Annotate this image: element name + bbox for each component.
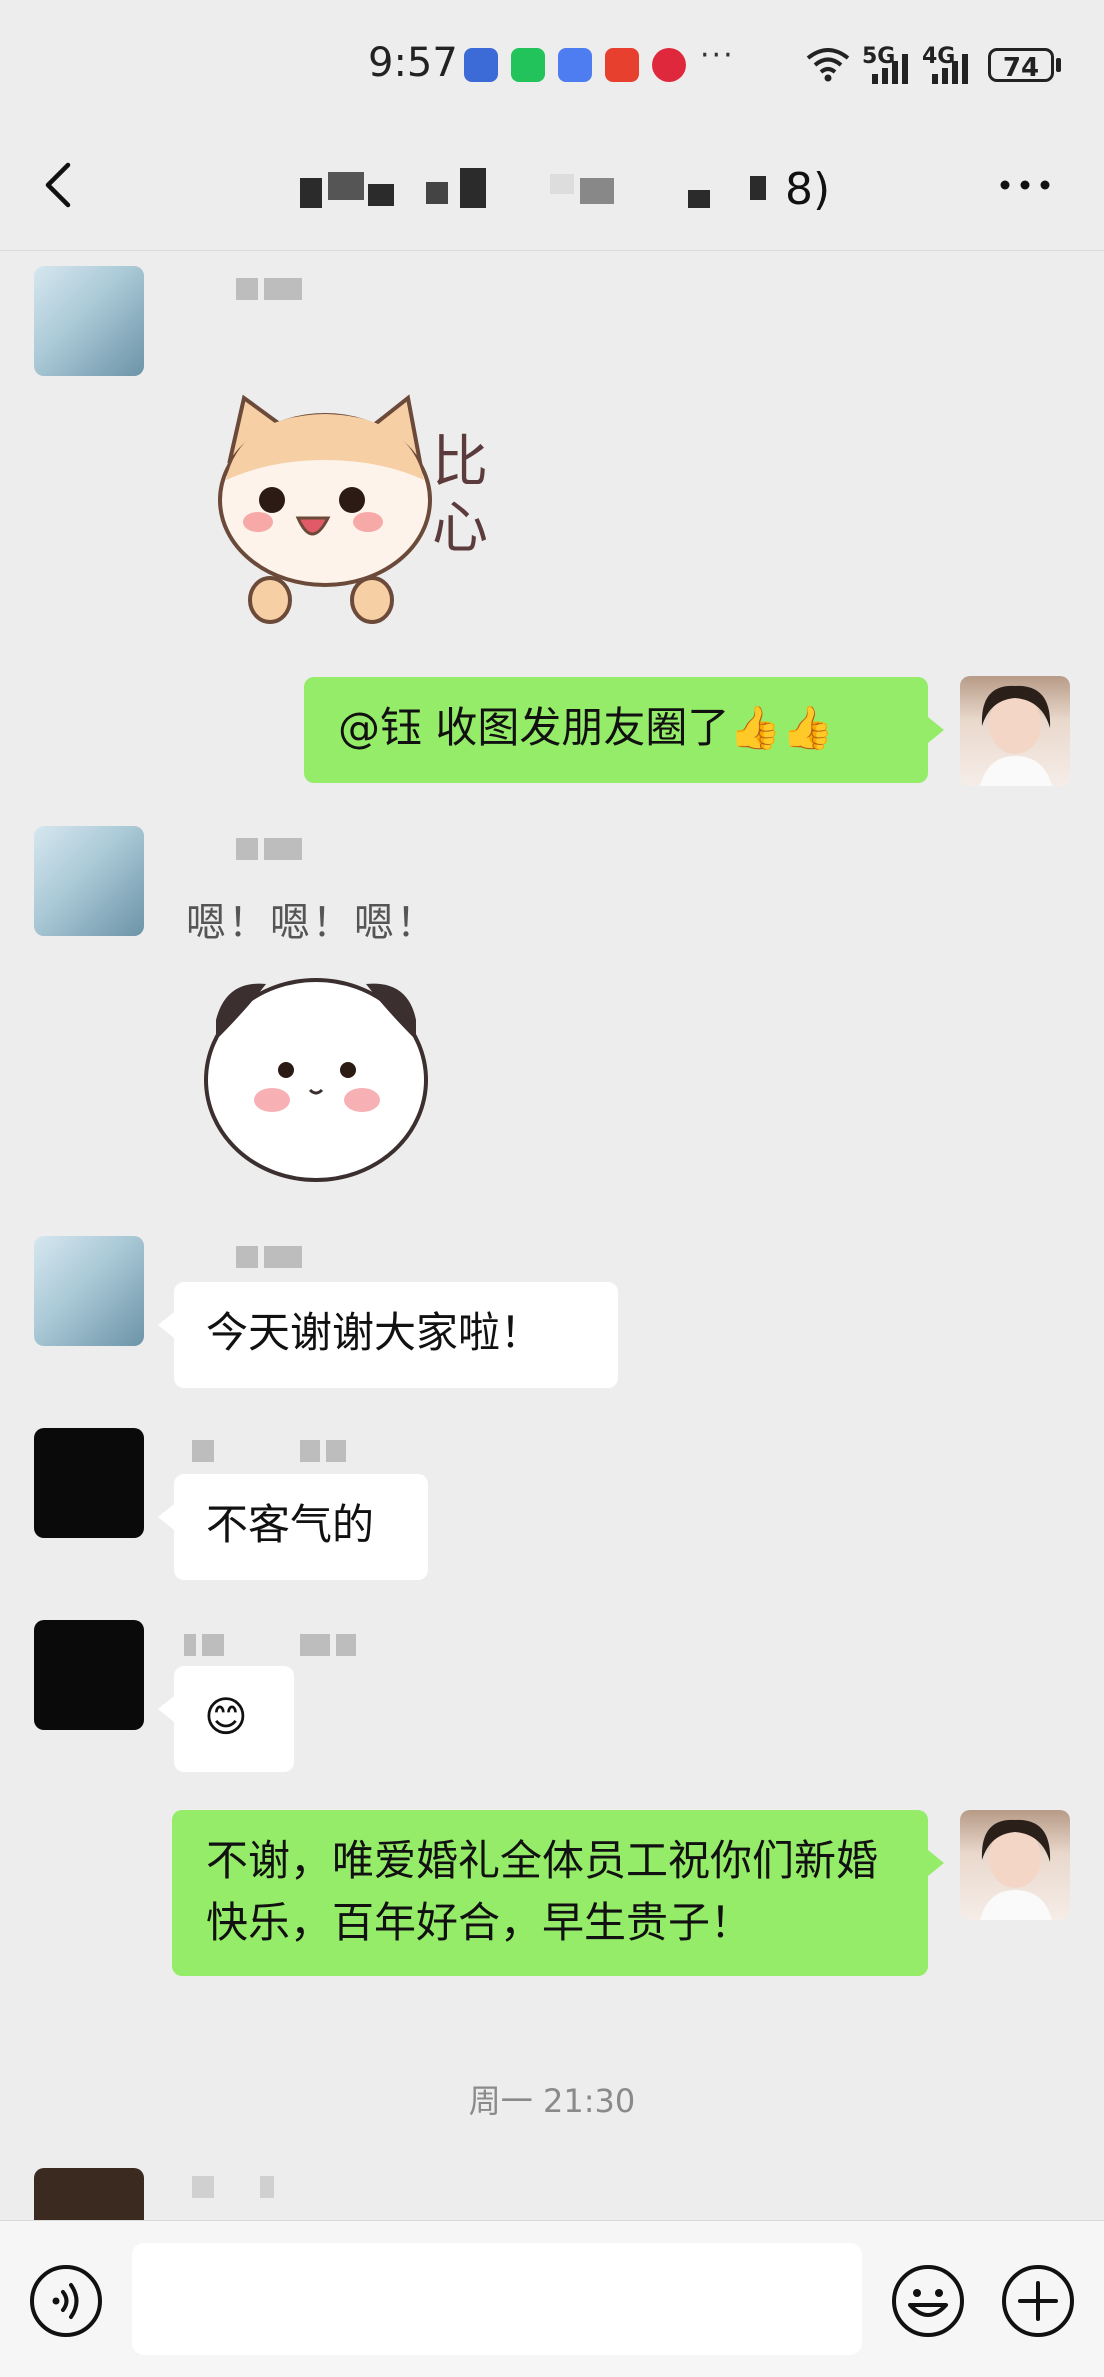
chat-title: 8) [250, 160, 850, 220]
sender-name-redacted [184, 1634, 362, 1660]
more-options-icon[interactable] [995, 170, 1055, 200]
sender-name-redacted [236, 1246, 308, 1272]
status-time: 9:57 [368, 40, 458, 86]
input-bar [0, 2220, 1104, 2377]
plus-icon[interactable] [1000, 2263, 1076, 2339]
message-bubble-self[interactable]: @钰 收图发朋友圈了👍👍 [304, 677, 928, 783]
bubble-tail [158, 1696, 174, 1722]
app-icon-4 [605, 48, 639, 82]
back-arrow-icon[interactable] [34, 155, 84, 215]
message-text: @钰 收图发朋友圈了👍👍 [338, 703, 834, 752]
message-input[interactable] [132, 2243, 862, 2355]
voice-input-icon[interactable] [28, 2263, 104, 2339]
message-bubble-other[interactable]: 😊 [174, 1666, 294, 1772]
dog-sticker-image [204, 978, 428, 1182]
message-bubble-other[interactable]: 不客气的 [174, 1474, 428, 1580]
person-avatar-icon [980, 685, 1052, 786]
avatar[interactable] [34, 2168, 144, 2220]
signal-5g-icon [872, 54, 908, 84]
bubble-tail [928, 717, 944, 743]
message-text: 不客气的 [206, 1500, 375, 1549]
person-avatar-icon [980, 1819, 1052, 1920]
avatar[interactable] [34, 1428, 144, 1538]
battery-indicator: 74 [988, 48, 1054, 83]
app-icon-3 [558, 48, 592, 82]
sender-name-redacted [192, 2176, 280, 2202]
sender-name-redacted [236, 838, 308, 864]
sticker-dog-nod[interactable]: 嗯！嗯！嗯！ [186, 880, 506, 1210]
message-emoji: 😊 [204, 1692, 248, 1741]
chat-title-suffix: 8) [785, 164, 831, 215]
sticker-cat-heart[interactable]: 比 心 [200, 390, 520, 630]
message-text: 今天谢谢大家啦！ [206, 1308, 543, 1357]
chat-header: 8) [0, 130, 1104, 251]
battery-nub [1056, 58, 1061, 72]
message-list[interactable]: 比 心 @钰 收图发朋友圈了👍👍 嗯！嗯！嗯！ 今天谢谢大家啦！ 不客气的 😊 … [0, 250, 1104, 2220]
signal-4g-icon [932, 54, 968, 84]
message-bubble-self[interactable]: 不谢，唯爱婚礼全体员工祝你们新婚快乐，百年好合，早生贵子！ [172, 1810, 928, 1976]
more-notifications-icon: ··· [700, 38, 735, 73]
status-bar: 9:57 ··· 5G 4G 74 [0, 0, 1104, 130]
app-icon-5 [652, 48, 686, 82]
avatar[interactable] [34, 266, 144, 376]
avatar[interactable] [34, 826, 144, 936]
title-redaction [250, 160, 810, 220]
wechat-icon [511, 48, 545, 82]
sticker-caption: 比 心 [432, 430, 488, 561]
self-avatar[interactable] [960, 1810, 1070, 1920]
time-divider: 周一 21:30 [468, 2082, 636, 2120]
self-avatar[interactable] [960, 676, 1070, 786]
emoji-icon[interactable] [890, 2263, 966, 2339]
avatar[interactable] [34, 1620, 144, 1730]
sender-name-redacted [236, 278, 308, 304]
bubble-tail [158, 1312, 174, 1338]
bubble-tail [928, 1850, 944, 1876]
sender-name-redacted [192, 1440, 352, 1466]
avatar[interactable] [34, 1236, 144, 1346]
message-bubble-other[interactable]: 今天谢谢大家啦！ [174, 1282, 618, 1388]
wifi-icon [806, 48, 850, 82]
bubble-tail [158, 1504, 174, 1530]
message-text: 不谢，唯爱婚礼全体员工祝你们新婚快乐，百年好合，早生贵子！ [206, 1836, 879, 1947]
app-icon-1 [464, 48, 498, 82]
